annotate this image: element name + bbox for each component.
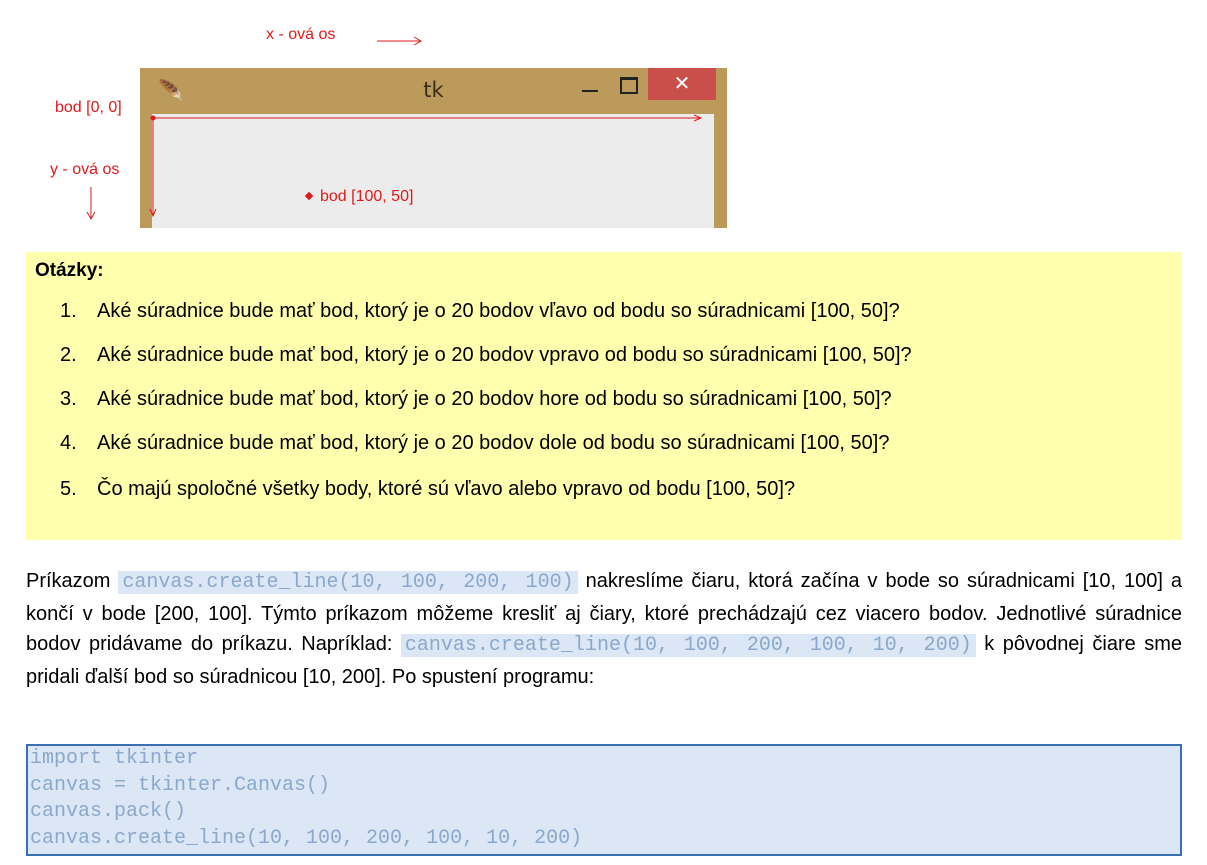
canvas-x-axis [153, 114, 703, 122]
question-number: 1. [60, 300, 77, 322]
x-axis-arrow [377, 36, 423, 46]
question-number: 2. [60, 344, 77, 366]
y-axis-arrow [86, 187, 96, 221]
inline-code: canvas.create_line(10, 100, 200, 100) [118, 571, 578, 594]
code-line: import tkinter [30, 747, 199, 770]
question-number: 5. [60, 478, 77, 500]
question-item: 2. Aké súradnice bude mať bod, ktorý je o… [60, 344, 912, 367]
question-text: Aké súradnice bude mať bod, ktorý je o 2… [97, 432, 890, 454]
canvas-y-axis [149, 118, 157, 218]
questions-title: Otázky: [35, 260, 104, 281]
question-text: Aké súradnice bude mať bod, ktorý je o 2… [97, 388, 892, 410]
code-line: canvas = tkinter.Canvas() [30, 773, 331, 797]
questions-box: Otázky: 1. Aké súradnice bude mať bod, kt… [26, 252, 1182, 540]
sample-point [304, 191, 314, 201]
question-text: Aké súradnice bude mať bod, ktorý je o 2… [97, 300, 900, 322]
origin-point [150, 115, 156, 121]
code-block: import tkinter canvas = tkinter.Canvas()… [26, 744, 1182, 856]
code-line: canvas.create_line(10, 100, 200, 100, 10… [30, 826, 583, 850]
question-text: Čo majú spoločné všetky body, ktoré sú v… [97, 478, 796, 500]
code-line: canvas.pack() [30, 800, 187, 823]
point-label: bod [100, 50] [320, 188, 414, 205]
question-item: 5. Čo majú spoločné všetky body, ktoré sú… [60, 478, 795, 501]
question-number: 3. [60, 388, 77, 410]
question-number: 4. [60, 432, 77, 454]
question-text: Aké súradnice bude mať bod, ktorý je o 2… [97, 344, 912, 366]
paragraph-text: Príkazom [26, 570, 119, 592]
question-item: 4. Aké súradnice bude mať bod, ktorý je o… [60, 432, 889, 455]
explanation-paragraph: Príkazom canvas.create_line(10, 100, 200… [26, 566, 1182, 692]
question-item: 3. Aké súradnice bude mať bod, ktorý je o… [60, 388, 892, 411]
inline-code: canvas.create_line(10, 100, 200, 100, 10… [400, 634, 976, 657]
question-item: 1. Aké súradnice bude mať bod, ktorý je o… [60, 300, 900, 323]
